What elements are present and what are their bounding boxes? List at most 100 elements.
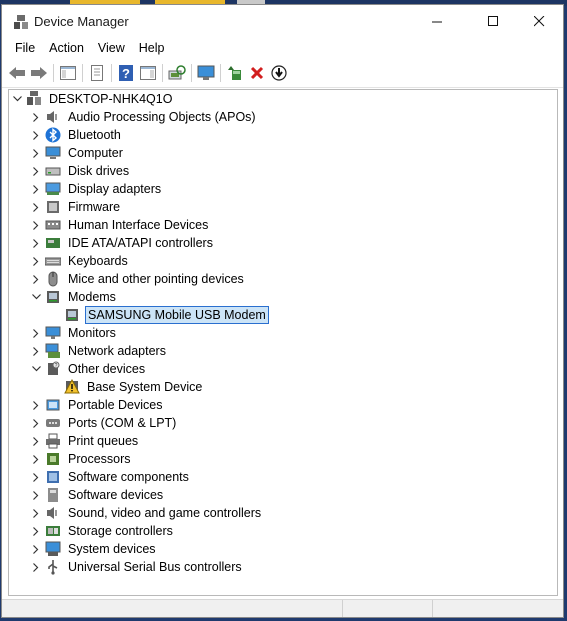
speaker-icon (47, 507, 57, 519)
chevron-right-icon[interactable] (31, 342, 41, 360)
category-item[interactable]: Storage controllers (31, 522, 175, 540)
tree-root[interactable]: DESKTOP-NHK4Q1O (12, 90, 174, 108)
display-adapter-icon (45, 182, 61, 195)
chevron-right-icon[interactable] (31, 198, 41, 216)
category-label: Portable Devices (68, 398, 163, 412)
chevron-right-icon[interactable] (31, 558, 41, 576)
properties-button[interactable] (86, 62, 108, 84)
chevron-right-icon[interactable] (31, 432, 41, 450)
chevron-right-icon[interactable] (31, 180, 41, 198)
menu-help[interactable]: Help (132, 37, 172, 59)
chevron-right-icon[interactable] (31, 216, 41, 234)
device-label: Base System Device (87, 380, 203, 394)
chevron-right-icon[interactable] (31, 108, 41, 126)
menu-action[interactable]: Action (42, 37, 91, 59)
disable-device-button[interactable] (268, 62, 290, 84)
scan-hardware-changes-button[interactable] (166, 62, 188, 84)
category-item[interactable]: IDE ATA/ATAPI controllers (31, 234, 215, 252)
category-item[interactable]: ? Other devices (31, 360, 147, 378)
category-item[interactable]: Firmware (31, 198, 122, 216)
minimize-button[interactable] (414, 5, 460, 37)
menu-view[interactable]: View (91, 37, 132, 59)
chevron-right-icon[interactable] (31, 414, 41, 432)
category-item[interactable]: Disk drives (31, 162, 131, 180)
chevron-right-icon[interactable] (31, 126, 41, 144)
category-item[interactable]: Bluetooth (31, 126, 123, 144)
chevron-right-icon[interactable] (31, 144, 41, 162)
category-item[interactable]: Ports (COM & LPT) (31, 414, 178, 432)
download-arrow-icon (271, 65, 287, 81)
chevron-right-icon[interactable] (31, 324, 41, 342)
category-item[interactable]: Audio Processing Objects (APOs) (31, 108, 258, 126)
arrow-right-icon (31, 67, 47, 79)
category-label: Ports (COM & LPT) (68, 416, 177, 430)
category-item[interactable]: Universal Serial Bus controllers (31, 558, 244, 576)
category-item[interactable]: Computer (31, 144, 125, 162)
chevron-down-icon[interactable] (31, 360, 41, 378)
status-cell (342, 600, 433, 617)
category-item[interactable]: Software components (31, 468, 191, 486)
category-item[interactable]: Display adapters (31, 180, 163, 198)
chevron-right-icon[interactable] (31, 468, 41, 486)
category-item[interactable]: Software devices (31, 486, 165, 504)
action-pane-icon (140, 66, 156, 80)
chevron-right-icon[interactable] (31, 450, 41, 468)
chevron-down-icon[interactable] (31, 288, 41, 306)
close-icon (533, 15, 544, 26)
category-label: Modems (68, 290, 116, 304)
device-item[interactable]: Base System Device (50, 378, 204, 396)
chevron-right-icon[interactable] (31, 252, 41, 270)
chevron-right-icon[interactable] (31, 540, 41, 558)
chevron-down-icon[interactable] (12, 90, 22, 108)
chevron-right-icon[interactable] (31, 504, 41, 522)
chevron-right-icon[interactable] (31, 270, 41, 288)
category-item[interactable]: Network adapters (31, 342, 168, 360)
bluetooth-icon (45, 127, 61, 143)
menu-file[interactable]: File (8, 37, 42, 59)
category-item[interactable]: System devices (31, 540, 158, 558)
help-button[interactable]: ? (115, 62, 137, 84)
monitor-button[interactable] (195, 62, 217, 84)
category-item[interactable]: Print queues (31, 432, 140, 450)
disk-drive-icon (45, 167, 61, 176)
chevron-right-icon[interactable] (31, 522, 41, 540)
category-item[interactable]: Modems (31, 288, 118, 306)
chevron-right-icon[interactable] (31, 396, 41, 414)
device-manager-window: Device Manager File Action View Help ? D… (1, 4, 564, 618)
device-item[interactable]: SAMSUNG Mobile USB Modem (50, 306, 269, 324)
chevron-right-icon[interactable] (31, 486, 41, 504)
maximize-icon (487, 15, 498, 26)
category-label: Universal Serial Bus controllers (68, 560, 242, 574)
category-item[interactable]: Keyboards (31, 252, 130, 270)
close-button[interactable] (516, 5, 562, 37)
show-hide-console-tree-button[interactable] (57, 62, 79, 84)
printer-icon (46, 433, 60, 449)
status-bar (2, 599, 563, 617)
category-item[interactable]: Portable Devices (31, 396, 165, 414)
back-button[interactable] (6, 62, 28, 84)
processor-icon (47, 453, 59, 465)
red-x-icon (250, 66, 264, 80)
computer-icon (45, 146, 61, 159)
uninstall-device-button[interactable] (246, 62, 268, 84)
toolbar-separator (162, 64, 163, 82)
category-label: Monitors (68, 326, 116, 340)
chevron-right-icon[interactable] (31, 234, 41, 252)
portable-device-icon (46, 399, 60, 411)
update-driver-icon (228, 66, 241, 80)
category-item[interactable]: Mice and other pointing devices (31, 270, 246, 288)
forward-button[interactable] (28, 62, 50, 84)
category-item[interactable]: Sound, video and game controllers (31, 504, 263, 522)
category-label: Other devices (68, 362, 146, 376)
category-item[interactable]: Monitors (31, 324, 118, 342)
show-action-pane-button[interactable] (137, 62, 159, 84)
toolbar-separator (53, 64, 54, 82)
category-item[interactable]: Human Interface Devices (31, 216, 210, 234)
update-driver-button[interactable] (224, 62, 246, 84)
device-tree[interactable]: DESKTOP-NHK4Q1O Audio Processing Objects… (8, 89, 558, 596)
category-label: IDE ATA/ATAPI controllers (68, 236, 213, 250)
maximize-button[interactable] (470, 5, 516, 37)
chevron-right-icon[interactable] (31, 162, 41, 180)
category-item[interactable]: Processors (31, 450, 133, 468)
category-label: Mice and other pointing devices (68, 272, 244, 286)
